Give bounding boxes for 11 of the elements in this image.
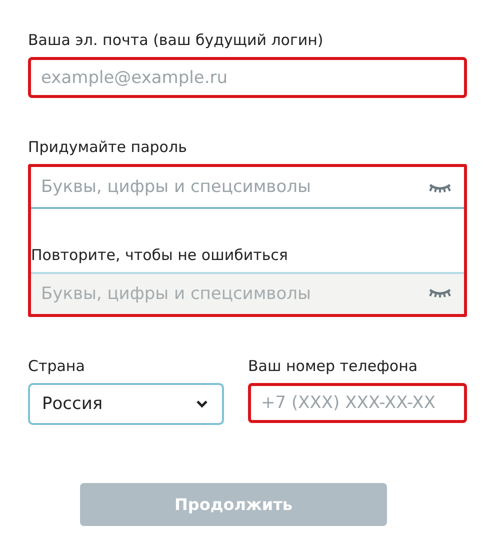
phone-field[interactable]: +7 (XXX) XXX-XX-XX <box>248 383 467 423</box>
field-label: Повторите, чтобы не ошибиться <box>31 245 288 265</box>
field-label: Ваша эл. почта (ваш будущий логин) <box>28 30 324 50</box>
chevron-down-icon <box>196 400 208 408</box>
field-label: Придумайте пароль <box>28 137 187 157</box>
field-label: Страна <box>28 356 85 376</box>
field-label: Ваш номер телефона <box>248 356 418 376</box>
country-select[interactable]: Россия <box>28 383 224 425</box>
closed-eye-icon[interactable] <box>428 183 452 193</box>
email-field[interactable]: example@example.ru <box>28 57 467 98</box>
closed-eye-icon[interactable] <box>428 288 452 298</box>
